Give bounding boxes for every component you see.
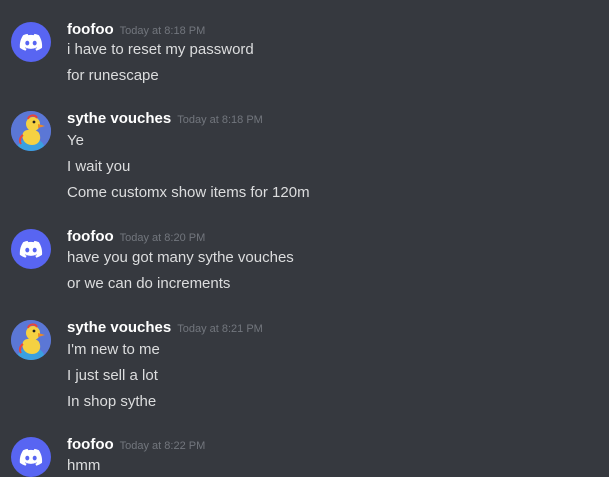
discord-logo-icon[interactable]: [11, 229, 51, 269]
message-text: Come customx show items for 120m: [67, 184, 310, 201]
timestamp: Today at 8:20 PM: [119, 232, 206, 244]
username[interactable]: foofoo: [67, 228, 114, 245]
message-header: sythe vouches Today at 8:18 PM: [67, 109, 263, 130]
message-text: I wait you: [67, 158, 131, 175]
username[interactable]: foofoo: [67, 436, 114, 453]
message-text: In shop sythe: [67, 393, 157, 410]
timestamp: Today at 8:22 PM: [119, 440, 206, 452]
timestamp: Today at 8:18 PM: [177, 114, 263, 126]
message-text: I just sell a lot: [67, 367, 158, 384]
message-text: I'm new to me: [67, 341, 160, 358]
duck-avatar-icon[interactable]: [11, 320, 51, 360]
message-header: sythe vouches Today at 8:21 PM: [67, 318, 263, 339]
message-header: foofoo Today at 8:20 PM: [67, 227, 205, 248]
timestamp: Today at 8:21 PM: [177, 323, 263, 335]
message-text: hmm: [67, 457, 101, 474]
message-text: i have to reset my password: [67, 41, 254, 58]
username[interactable]: sythe vouches: [67, 319, 171, 336]
username[interactable]: foofoo: [67, 21, 114, 38]
message-text: have you got many sythe vouches: [67, 249, 294, 266]
discord-logo-icon[interactable]: [11, 437, 51, 477]
chat-message-list: foofoo Today at 8:18 PM i have to reset m…: [0, 0, 609, 477]
message-text: Ye: [67, 132, 84, 149]
discord-logo-icon[interactable]: [11, 22, 51, 62]
duck-avatar-icon[interactable]: [11, 111, 51, 151]
message-header: foofoo Today at 8:22 PM: [67, 435, 205, 456]
message-header: foofoo Today at 8:18 PM: [67, 20, 205, 41]
username[interactable]: sythe vouches: [67, 110, 171, 127]
message-text: or we can do increments: [67, 275, 231, 292]
timestamp: Today at 8:18 PM: [119, 25, 206, 37]
message-text: for runescape: [67, 67, 159, 84]
